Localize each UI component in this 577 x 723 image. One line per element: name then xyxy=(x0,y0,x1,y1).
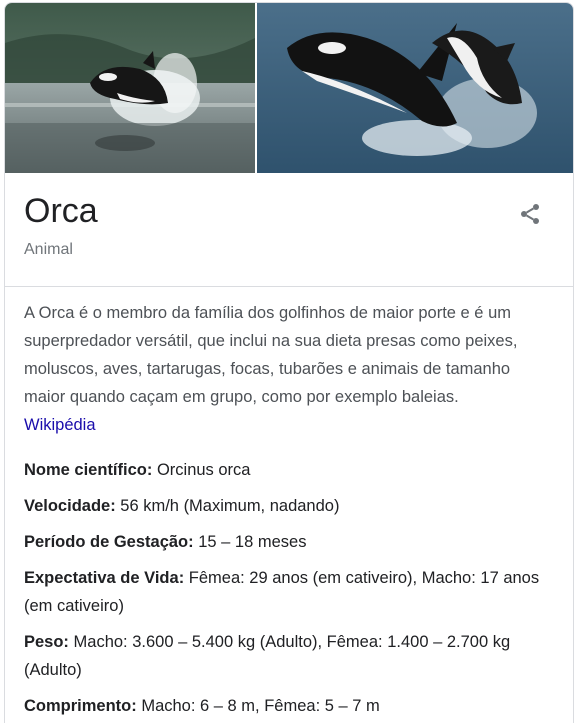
fact-scientific-name: Nome científico: Orcinus orca xyxy=(24,456,554,484)
fact-life-expectancy: Expectativa de Vida: Fêmea: 29 anos (em … xyxy=(24,564,554,620)
image-strip xyxy=(5,3,573,173)
orcas-jumping-image[interactable] xyxy=(257,3,573,173)
orca-breaching-image[interactable] xyxy=(5,3,255,173)
fact-label[interactable]: Velocidade: xyxy=(24,497,116,515)
fact-label[interactable]: Peso: xyxy=(24,633,69,651)
fact-label[interactable]: Período de Gestação: xyxy=(24,533,194,551)
fact-label[interactable]: Nome científico: xyxy=(24,461,152,479)
fact-length: Comprimento: Macho: 6 – 8 m, Fêmea: 5 – … xyxy=(24,692,554,720)
fact-value: 56 km/h (Maximum, nadando) xyxy=(115,497,340,515)
fact-label[interactable]: Expectativa de Vida: xyxy=(24,569,184,587)
fact-value: Macho: 6 – 8 m, Fêmea: 5 – 7 m xyxy=(136,697,380,715)
share-button[interactable] xyxy=(513,197,547,231)
description-text: A Orca é o membro da família dos golfinh… xyxy=(24,304,518,406)
fact-gestation: Período de Gestação: 15 – 18 meses xyxy=(24,528,554,556)
knowledge-panel: Orca Animal A Orca é o membro da família… xyxy=(4,2,574,723)
fact-speed: Velocidade: 56 km/h (Maximum, nadando) xyxy=(24,492,554,520)
page-title: Orca xyxy=(24,192,98,230)
description: A Orca é o membro da família dos golfinh… xyxy=(24,299,554,439)
fact-weight: Peso: Macho: 3.600 – 5.400 kg (Adulto), … xyxy=(24,628,554,684)
fact-value: 15 – 18 meses xyxy=(193,533,307,551)
fact-label[interactable]: Comprimento: xyxy=(24,697,137,715)
orca-breaching-photo xyxy=(5,3,255,173)
fact-value: Orcinus orca xyxy=(152,461,251,479)
orcas-jumping-photo xyxy=(257,3,573,173)
fact-value: Macho: 3.600 – 5.400 kg (Adulto), Fêmea:… xyxy=(24,633,511,679)
entity-type: Animal xyxy=(24,241,73,258)
title-block: Orca Animal xyxy=(5,173,573,287)
facts-list: Nome científico: Orcinus orca Velocidade… xyxy=(24,456,554,723)
wikipedia-link[interactable]: Wikipédia xyxy=(24,411,554,439)
share-icon xyxy=(521,204,539,224)
